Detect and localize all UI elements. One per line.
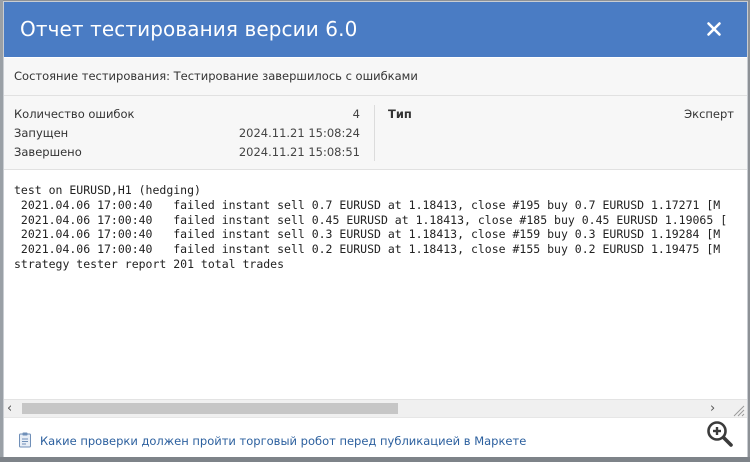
close-icon[interactable] [701,16,727,42]
resize-grip-icon[interactable] [731,402,745,417]
type-label: Тип [388,107,412,121]
errors-label: Количество ошибок [14,107,135,121]
test-log-text: test on EURUSD,H1 (hedging) 2021.04.06 1… [14,183,728,271]
test-status-bar: Состояние тестирования: Тестирование зав… [4,58,747,96]
horizontal-scrollbar[interactable]: ‹ › [4,399,747,417]
started-value: 2024.11.21 15:08:24 [238,126,360,140]
market-checks-link[interactable]: Какие проверки должен пройти торговый ро… [40,434,526,448]
document-icon [18,432,32,448]
chevron-right-icon[interactable]: › [710,401,722,416]
scrollbar-thumb[interactable] [22,403,398,414]
finished-label: Завершено [14,145,82,159]
test-status-text: Состояние тестирования: Тестирование зав… [14,69,418,83]
chevron-left-icon[interactable]: ‹ [7,401,19,416]
type-value: Эксперт [684,107,734,121]
started-row: Запущен 2024.11.21 15:08:24 [14,126,360,144]
dialog-title: Отчет тестирования версии 6.0 [20,17,358,41]
test-report-dialog: Отчет тестирования версии 6.0 Состояние … [3,1,748,459]
test-log[interactable]: test on EURUSD,H1 (hedging) 2021.04.06 1… [4,170,747,399]
errors-row: Количество ошибок 4 [14,107,360,125]
dialog-footer: Какие проверки должен пройти торговый ро… [4,417,747,458]
finished-row: Завершено 2024.11.21 15:08:51 [14,145,360,163]
dialog-title-bar: Отчет тестирования версии 6.0 [4,2,747,57]
test-info-panel: Количество ошибок 4 Запущен 2024.11.21 1… [4,96,747,170]
errors-value: 4 [352,107,360,121]
zoom-in-icon[interactable] [704,418,736,450]
finished-value: 2024.11.21 15:08:51 [238,145,360,159]
background-page-bottom [0,457,750,462]
started-label: Запущен [14,126,69,140]
info-divider [374,105,375,161]
